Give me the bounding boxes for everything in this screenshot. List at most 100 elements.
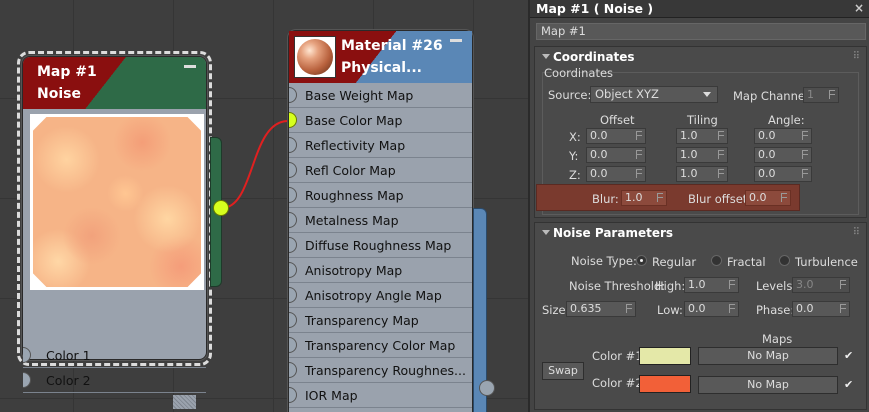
offset-spinner[interactable]: 0.0 [586, 166, 646, 182]
color-2-swatch[interactable] [639, 375, 691, 393]
port-label: Anisotropy Map [305, 262, 403, 278]
tiling-spinner[interactable]: 1.0 [676, 128, 728, 144]
material-input-port[interactable]: Transparency Map [289, 308, 472, 333]
port-label: Reflectivity Map [305, 137, 406, 153]
angle-spinner[interactable]: 0.0 [754, 147, 812, 163]
minimize-icon[interactable] [184, 65, 196, 68]
material-input-port[interactable]: Base Color Map [289, 108, 472, 133]
color-2-label: Color #2 [592, 376, 643, 390]
material-input-port[interactable]: Diffuse Roughness Map [289, 233, 472, 258]
input-socket-icon[interactable] [289, 337, 297, 353]
angle-spinner[interactable]: 0.0 [754, 128, 812, 144]
material-input-port[interactable]: Anisotropy Map [289, 258, 472, 283]
color-1-label: Color #1 [592, 349, 643, 363]
phase-spinner[interactable]: 0.0 [792, 301, 850, 317]
port-color-2[interactable]: Color 2 [23, 368, 206, 393]
material-input-port[interactable]: Anisotropy Angle Map [289, 283, 472, 308]
input-socket-icon[interactable] [23, 372, 31, 388]
material-input-port[interactable]: Metalness Map [289, 208, 472, 233]
physical-material-node[interactable]: Material #26 Physical... Base Weight Map… [288, 30, 473, 412]
minimize-icon[interactable] [450, 39, 462, 42]
size-spinner[interactable]: 0.635 [566, 301, 636, 317]
radio-regular[interactable] [636, 255, 647, 266]
material-input-port[interactable]: Transparency Color Map [289, 333, 472, 358]
input-socket-icon[interactable] [289, 387, 297, 403]
input-socket-icon[interactable] [289, 187, 297, 203]
material-input-port[interactable]: Roughness Map [289, 183, 472, 208]
material-input-port[interactable]: Refl Color Map [289, 158, 472, 183]
input-socket-icon[interactable] [289, 137, 297, 153]
radio-turbulence-label: Turbulence [795, 255, 858, 269]
input-socket-icon[interactable] [23, 347, 31, 363]
noise-rollout-header[interactable]: Noise Parameters ⠿ [535, 223, 866, 243]
angle-spinner[interactable]: 0.0 [754, 166, 812, 182]
offset-spinner[interactable]: 0.0 [586, 147, 646, 163]
axis-label: X: [569, 130, 581, 144]
blur-offset-spinner[interactable]: 0.0 [745, 190, 791, 206]
swap-button[interactable]: Swap [542, 362, 584, 380]
map-node-subtitle: Noise [37, 86, 81, 102]
port-label: Metalness Map [305, 212, 399, 228]
offset-column-label: Offset [600, 113, 635, 127]
input-socket-icon[interactable] [289, 212, 297, 228]
color-1-map-button[interactable]: No Map [698, 347, 838, 365]
connection-wire[interactable] [221, 120, 289, 209]
noise-texture-image [33, 117, 201, 287]
input-socket-icon[interactable] [289, 262, 297, 278]
material-input-port[interactable]: IOR Map [289, 383, 472, 408]
close-icon[interactable]: × [854, 1, 864, 15]
material-input-port[interactable]: Reflectivity Map [289, 133, 472, 158]
radio-turbulence[interactable] [779, 255, 790, 266]
rollout-title: Coordinates [553, 50, 635, 64]
noise-map-node[interactable]: Map #1 Noise Color 1 Color 2 [22, 56, 222, 409]
color-1-map-checkbox[interactable]: ✔ [844, 349, 857, 362]
map-name-input[interactable]: Map #1 [536, 23, 866, 40]
tiling-column-label: Tiling [687, 113, 718, 127]
drag-handle-icon[interactable]: ⠿ [853, 47, 860, 67]
input-socket-icon[interactable] [289, 162, 297, 178]
input-socket-icon[interactable] [289, 362, 297, 378]
coordinates-rollout-header[interactable]: Coordinates ⠿ [535, 47, 866, 67]
material-input-port[interactable]: Base Weight Map [289, 83, 472, 108]
offset-spinner[interactable]: 0.0 [586, 128, 646, 144]
source-dropdown[interactable]: Object XYZ [590, 86, 718, 103]
source-value: Object XYZ [595, 87, 659, 101]
resize-grip-icon[interactable] [173, 395, 196, 409]
radio-fractal-label: Fractal [727, 255, 766, 269]
color-1-swatch[interactable] [639, 347, 691, 365]
output-socket-icon[interactable] [213, 200, 229, 216]
color-2-map-checkbox[interactable]: ✔ [844, 378, 857, 391]
map-node-title: Map #1 [37, 64, 97, 80]
material-input-port[interactable]: Transparency Roughnes... [289, 358, 472, 383]
parameter-editor-panel: Map #1 ( Noise ) × Map #1 Coordinates ⠿ Co… [528, 0, 869, 412]
tiling-spinner[interactable]: 1.0 [676, 166, 728, 182]
input-socket-icon[interactable] [289, 87, 297, 103]
panel-title-bar: Map #1 ( Noise ) × [530, 0, 869, 18]
map-node-header[interactable]: Map #1 Noise [23, 57, 206, 109]
port-label: IOR Map [305, 387, 358, 403]
blur-spinner[interactable]: 1.0 [621, 190, 667, 206]
color-2-map-button[interactable]: No Map [698, 376, 838, 394]
axis-label: Y: [569, 149, 579, 163]
group-label: Coordinates [544, 66, 614, 80]
levels-spinner[interactable]: 3.0 [792, 277, 850, 293]
input-socket-icon[interactable] [289, 112, 297, 128]
port-color-1[interactable]: Color 1 [23, 343, 206, 368]
radio-fractal[interactable] [711, 255, 722, 266]
port-label: Anisotropy Angle Map [305, 287, 442, 303]
node-editor-canvas[interactable]: Map #1 Noise Color 1 Color 2 Material #2… [0, 0, 528, 412]
rollout-title: Noise Parameters [553, 226, 674, 240]
high-spinner[interactable]: 1.0 [684, 277, 739, 293]
map-channel-spinner[interactable]: 1 [803, 87, 839, 103]
low-spinner[interactable]: 0.0 [684, 301, 739, 317]
drag-handle-icon[interactable]: ⠿ [853, 223, 860, 243]
material-node-header[interactable]: Material #26 Physical... [289, 31, 472, 83]
port-label: Base Color Map [305, 112, 403, 128]
port-label: Transparency Roughnes... [305, 362, 466, 378]
input-socket-icon[interactable] [289, 287, 297, 303]
port-label: Base Weight Map [305, 87, 414, 103]
input-socket-icon[interactable] [289, 237, 297, 253]
material-output-socket-icon[interactable] [479, 380, 495, 396]
tiling-spinner[interactable]: 1.0 [676, 147, 728, 163]
input-socket-icon[interactable] [289, 312, 297, 328]
